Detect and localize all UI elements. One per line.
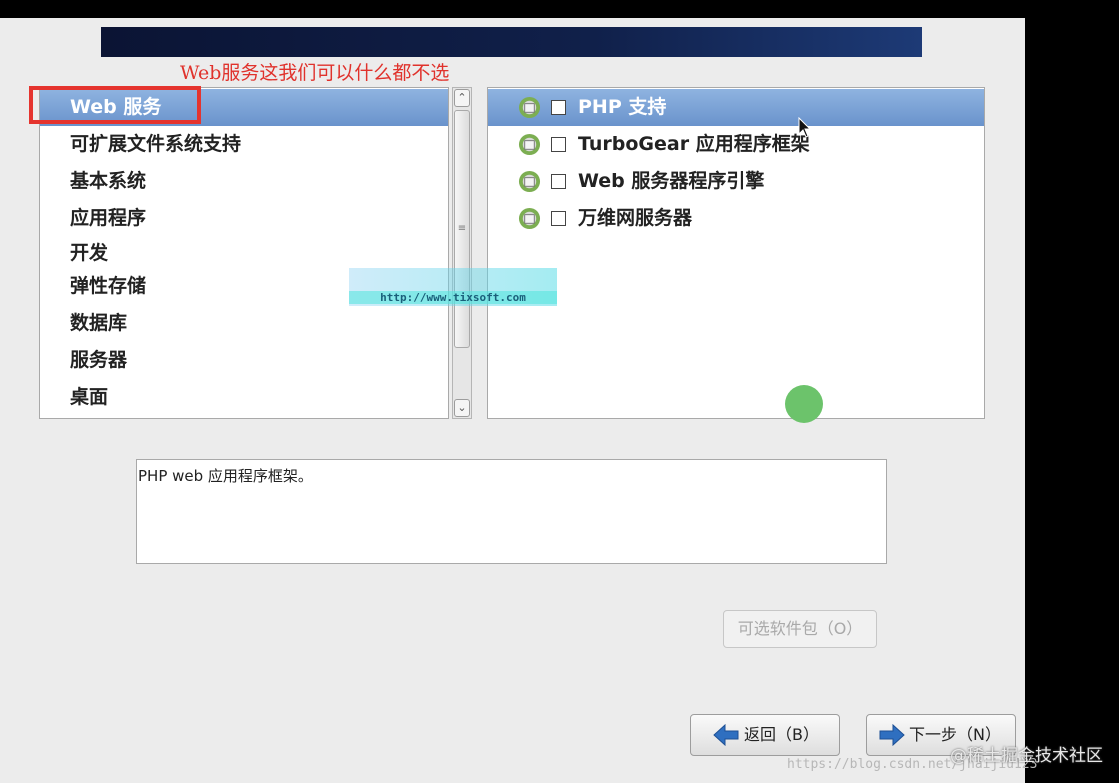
package-item-www-server[interactable]: 万维网服务器: [488, 200, 984, 237]
package-icon: [518, 96, 541, 119]
category-item-development[interactable]: 开发: [40, 235, 448, 272]
category-item-applications[interactable]: 应用程序: [40, 200, 448, 237]
category-list[interactable]: Web 服务 可扩展文件系统支持 基本系统 应用程序 开发 弹性存储 数据库 服…: [39, 87, 449, 419]
package-list[interactable]: PHP 支持 TurboGear 应用程序框架 Web 服务器程序引擎 万维网服…: [487, 87, 985, 419]
optional-packages-button[interactable]: 可选软件包（O）: [723, 610, 877, 648]
package-label: TurboGear 应用程序框架: [578, 133, 810, 155]
watermark-community: @稀土掘金技术社区: [950, 746, 1103, 766]
category-item-scalable-fs[interactable]: 可扩展文件系统支持: [40, 126, 448, 163]
package-label: PHP 支持: [578, 96, 667, 118]
header-banner: [101, 27, 922, 57]
watermark-overlay: http://www.tixsoft.com: [349, 268, 557, 306]
package-item-turbogears[interactable]: TurboGear 应用程序框架: [488, 126, 984, 163]
arrow-right-icon: [879, 724, 905, 746]
package-checkbox[interactable]: [551, 211, 566, 226]
package-label: Web 服务器程序引擎: [578, 170, 765, 192]
package-item-php[interactable]: PHP 支持: [488, 89, 984, 126]
package-item-web-server-engine[interactable]: Web 服务器程序引擎: [488, 163, 984, 200]
scroll-thumb[interactable]: ≡: [454, 110, 470, 348]
package-label: 万维网服务器: [578, 207, 693, 229]
watermark-url: http://www.tixsoft.com: [349, 291, 557, 304]
package-icon: [518, 133, 541, 156]
package-description: PHP web 应用程序框架。: [136, 459, 887, 564]
package-checkbox[interactable]: [551, 174, 566, 189]
back-label: 返回（B）: [744, 725, 819, 744]
package-icon: [518, 207, 541, 230]
scroll-down-icon[interactable]: ⌄: [454, 399, 470, 417]
package-icon: [518, 170, 541, 193]
back-button[interactable]: 返回（B）: [690, 714, 840, 756]
mouse-cursor-icon: [798, 117, 812, 138]
scroll-up-icon[interactable]: ⌃: [454, 89, 470, 107]
category-scrollbar[interactable]: ⌃ ≡ ⌄: [452, 87, 472, 419]
package-checkbox[interactable]: [551, 137, 566, 152]
annotation-highlight-box: [29, 86, 201, 124]
annotation-note: Web服务这我们可以什么都不选: [180, 62, 450, 84]
click-indicator-dot: [785, 385, 823, 423]
category-item-base-system[interactable]: 基本系统: [40, 163, 448, 200]
category-item-desktops[interactable]: 桌面: [40, 379, 448, 416]
category-item-servers[interactable]: 服务器: [40, 342, 448, 379]
package-checkbox[interactable]: [551, 100, 566, 115]
category-item-databases[interactable]: 数据库: [40, 305, 448, 342]
arrow-left-icon: [713, 724, 739, 746]
